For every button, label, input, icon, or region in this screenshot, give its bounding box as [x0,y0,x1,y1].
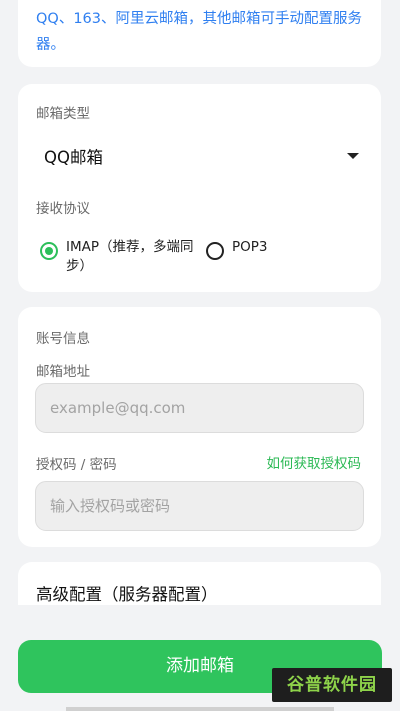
protocol-option-label: IMAP（推荐，多端同步） [66,239,194,274]
radio-checked-icon [40,242,58,260]
password-field-label: 授权码 / 密码 [36,457,117,473]
email-field-label: 邮箱地址 [36,364,90,380]
mailbox-type-value: QQ邮箱 [44,148,103,167]
password-field[interactable]: 输入授权码或密码 [35,481,364,531]
get-auth-code-link[interactable]: 如何获取授权码 [267,452,362,472]
account-section-label: 账号信息 [36,331,90,347]
account-info-card: 账号信息 邮箱地址 example@qq.com 授权码 / 密码 如何获取授权… [18,307,381,547]
watermark-logo: 谷普软件园 [272,668,392,702]
protocol-label: 接收协议 [36,201,90,217]
provider-tip-text: QQ、163、阿里云邮箱，其他邮箱可手动配置服务器。 [36,11,363,53]
protocol-option-label: POP3 [232,239,268,255]
radio-unchecked-icon [206,242,224,260]
protocol-radio-imap[interactable]: IMAP（推荐，多端同步） [40,237,200,276]
caret-down-icon [347,153,359,159]
protocol-radio-pop3[interactable]: POP3 [206,237,268,260]
mailbox-type-select[interactable]: QQ邮箱 [28,136,369,176]
provider-tip-card: QQ、163、阿里云邮箱，其他邮箱可手动配置服务器。 [18,0,381,67]
mailbox-type-label: 邮箱类型 [36,106,90,122]
home-indicator[interactable] [66,707,334,711]
mailbox-type-card: 邮箱类型 QQ邮箱 接收协议 IMAP（推荐，多端同步） POP3 [18,84,381,292]
email-field[interactable]: example@qq.com [35,383,364,433]
advanced-config-title: 高级配置（服务器配置） [36,585,218,604]
protocol-radio-group: IMAP（推荐，多端同步） POP3 [40,237,371,281]
